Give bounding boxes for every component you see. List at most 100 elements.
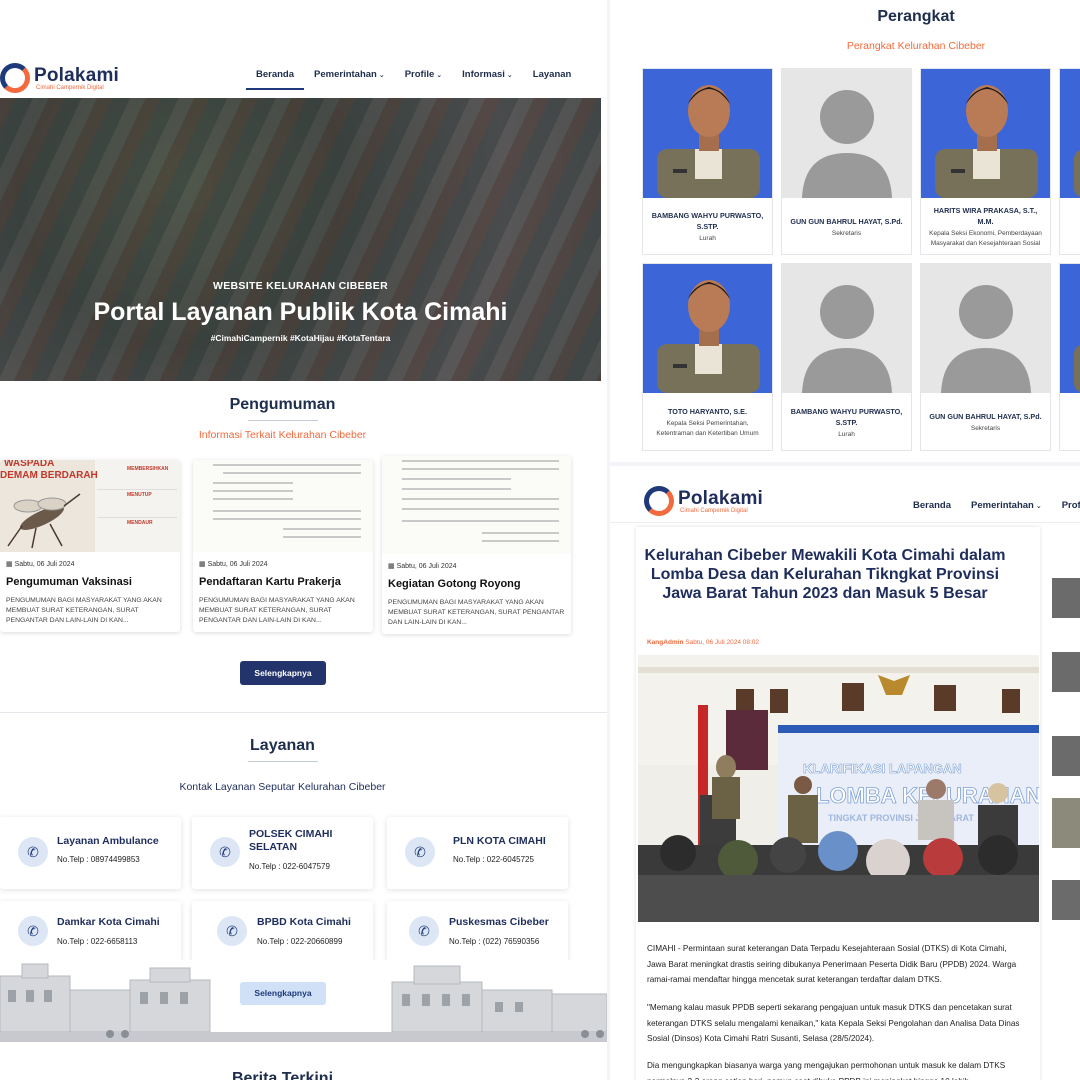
article-photo: KLARIFIKASI LAPANGAN LOMBA KELURAHAN TIN… (638, 655, 1039, 922)
article-paragraph: CIMAHI - Permintaan surat keterangan Dat… (647, 944, 1017, 984)
staff-card[interactable]: BAMBANG WAHYU PURWASTO, S.STP. Lurah (781, 263, 912, 451)
phone-icon: ✆ (210, 837, 240, 867)
hero-banner: WEBSITE KELURAHAN CIBEBER Portal Layanan… (0, 98, 601, 381)
related-thumbnail[interactable] (1052, 578, 1080, 618)
staff-subtitle: Perangkat Kelurahan Cibeber (846, 40, 986, 52)
staff-photo (921, 69, 1050, 198)
staff-name: TOTO HARYANTO, S.E. (668, 407, 747, 416)
poster-label: MENUTUP (97, 490, 177, 518)
service-name: PLN KOTA CIMAHI (453, 835, 546, 847)
nav-profile[interactable]: Prof (1052, 492, 1080, 519)
article-panel: Polakami Cimahi Campernik Digital Berand… (610, 466, 1080, 1080)
phone-icon: ✆ (405, 837, 435, 867)
service-name: BPBD Kota Cimahi (257, 916, 351, 928)
divider (248, 761, 318, 762)
service-card-damkar[interactable]: ✆ Damkar Kota Cimahi No.Telp : 022-66581… (0, 901, 181, 963)
related-thumbnail[interactable] (1052, 652, 1080, 692)
service-card-pln[interactable]: ✆ PLN KOTA CIMAHI No.Telp : 022-6045725 (387, 817, 568, 889)
announcement-desc: PENGUMUMAN BAGI MASYARAKAT YANG AKAN MEM… (6, 597, 162, 624)
announcements-more-button[interactable]: Selengkapnya (240, 661, 326, 685)
service-phone: No.Telp : 022-6045725 (453, 855, 534, 864)
phone-icon: ✆ (217, 916, 247, 946)
logo-icon (644, 486, 674, 516)
announcement-image: WASPADA DEMAM BERDARAH MEMBERSIHKAN MENU… (0, 460, 180, 552)
phone-icon: ✆ (18, 837, 48, 867)
announcement-card[interactable]: ▦ Sabtu, 06 Juli 2024 Kegiatan Gotong Ro… (382, 456, 571, 634)
divider (248, 420, 318, 421)
announcement-card[interactable]: ▦ Sabtu, 06 Juli 2024 Pendaftaran Kartu … (193, 460, 373, 632)
nav-pemerintahan[interactable]: Pemerintahan ⌄ (961, 492, 1052, 519)
logo[interactable]: Polakami Cimahi Campernik Digital (0, 63, 119, 93)
announcement-date: ▦ Sabtu, 06 Juli 2024 (6, 561, 75, 568)
divider (610, 522, 1080, 523)
staff-role: Kepala Seksi Pemerintahan, Ketentraman d… (656, 420, 759, 437)
staff-role: Ke (1060, 223, 1080, 233)
announcement-desc: PENGUMUMAN BAGI MASYARAKAT YANG AKAN MEM… (199, 597, 355, 624)
main-menu: Beranda Pemerintahan ⌄ Prof (903, 492, 1080, 519)
nav-pemerintahan[interactable]: Pemerintahan ⌄ (304, 61, 395, 90)
poster-label: MENDAUR (127, 520, 153, 526)
nav-profile[interactable]: Profile ⌄ (395, 61, 452, 90)
service-card-bpbd[interactable]: ✆ BPBD Kota Cimahi No.Telp : 022-2066089… (192, 901, 373, 963)
staff-panel: Perangkat Perangkat Kelurahan Cibeber BA… (610, 0, 1080, 462)
announcement-title: Kegiatan Gotong Royong (388, 578, 521, 590)
logo-tagline: Cimahi Campernik Digital (680, 507, 748, 514)
document-image (382, 456, 571, 554)
news-title: Berita Terkini (231, 1070, 334, 1080)
staff-card[interactable]: GUN GUN BAHRUL HAYAT, S.Pd. Sekretaris (920, 263, 1051, 451)
service-card-puskesmas[interactable]: ✆ Puskesmas Cibeber No.Telp : (022) 7659… (387, 901, 568, 963)
chevron-down-icon: ⌄ (378, 72, 385, 79)
staff-name: BAMBANG WAHYU PURWASTO, S.STP. (651, 211, 764, 231)
article-title: Kelurahan Cibeber Mewakili Kota Cimahi d… (644, 547, 1006, 602)
announcements-subtitle: Informasi Terkait Kelurahan Cibeber (198, 429, 367, 441)
logo[interactable]: Polakami Cimahi Campernik Digital (644, 486, 763, 516)
homepage-panel: Polakami Cimahi Campernik Digital Berand… (0, 0, 607, 1080)
service-card-polsek[interactable]: ✆ POLSEK CIMAHI SELATAN No.Telp : 022-60… (192, 817, 373, 889)
services-title: Layanan (250, 737, 315, 754)
related-thumbnail[interactable] (1052, 736, 1080, 776)
staff-name: GUN GUN BAHRUL HAYAT, S.Pd. (929, 412, 1042, 421)
announcement-title: Pengumuman Vaksinasi (6, 576, 132, 588)
staff-role: Kepala Seksi Ekonomi, Pemberdayaan Masya… (929, 230, 1042, 247)
staff-photo (1060, 264, 1080, 393)
staff-card[interactable]: HARITS WIRA PRAKASA, S.T., M.M. Kepala Se… (920, 68, 1051, 255)
phone-icon: ✆ (409, 916, 439, 946)
staff-role: Ke Mas (1060, 424, 1080, 434)
staff-card[interactable]: GUN GUN BAHRUL HAYAT, S.Pd. Sekretaris (781, 68, 912, 255)
staff-name: GUN GUN BAHRUL HAYAT, S.Pd. (790, 216, 903, 226)
staff-photo (643, 264, 772, 393)
poster-label: MEMBERSIHKAN (97, 464, 177, 490)
services-more-button[interactable]: Selengkapnya (240, 982, 326, 1005)
related-thumbnail[interactable] (1052, 880, 1080, 920)
article-paragraph: Dia mengungkapkan biasanya warga yang me… (647, 1061, 1006, 1080)
service-card-ambulance[interactable]: ✆ Layanan Ambulance No.Telp : 0897449985… (0, 817, 181, 889)
related-thumbnail[interactable] (1052, 798, 1080, 848)
staff-card[interactable]: Ke (1059, 68, 1080, 255)
nav-informasi[interactable]: Informasi ⌄ (452, 61, 523, 90)
nav-beranda[interactable]: Beranda (246, 61, 305, 90)
nav-layanan[interactable]: Layanan (523, 61, 582, 90)
hero-title: Portal Layanan Publik Kota Cimahi (93, 298, 508, 326)
nav-beranda[interactable]: Beranda (903, 492, 961, 519)
avatar-placeholder-icon (782, 69, 911, 198)
staff-card[interactable]: TOTO HARYANTO, S.E. Kepala Seksi Pemerint… (642, 263, 773, 451)
services-subtitle: Kontak Layanan Seputar Kelurahan Cibeber (179, 781, 386, 793)
announcement-date: ▦ Sabtu, 06 Juli 2024 (199, 561, 268, 568)
logo-name: Polakami (34, 64, 120, 86)
staff-card[interactable]: H Ke Mas (1059, 263, 1080, 451)
article-paragraph: "Memang kalau masuk PPDB seperti sekaran… (647, 1003, 1020, 1043)
chevron-down-icon: ⌄ (1035, 503, 1042, 510)
logo-icon (0, 63, 30, 93)
staff-card[interactable]: BAMBANG WAHYU PURWASTO, S.STP. Lurah (642, 68, 773, 255)
calendar-icon: ▦ (6, 561, 15, 568)
announcement-desc: PENGUMUMAN BAGI MASYARAKAT YANG AKAN MEM… (388, 599, 565, 626)
service-phone: No.Telp : 08974499853 (57, 855, 140, 864)
announcement-card[interactable]: WASPADA DEMAM BERDARAH MEMBERSIHKAN MENU… (0, 460, 180, 632)
article-author[interactable]: KangAdmin (647, 639, 683, 646)
announcement-title: Pendaftaran Kartu Prakerja (199, 576, 341, 588)
service-phone: No.Telp : 022-20660899 (257, 937, 343, 946)
staff-role: Lurah (838, 430, 855, 438)
hero-tags: #CimahiCampernik #KotaHijau #KotaTentara (210, 333, 391, 343)
main-menu: Beranda Pemerintahan ⌄ Profile ⌄ Informasi… (246, 61, 581, 90)
logo-tagline: Cimahi Campernik Digital (36, 84, 104, 91)
